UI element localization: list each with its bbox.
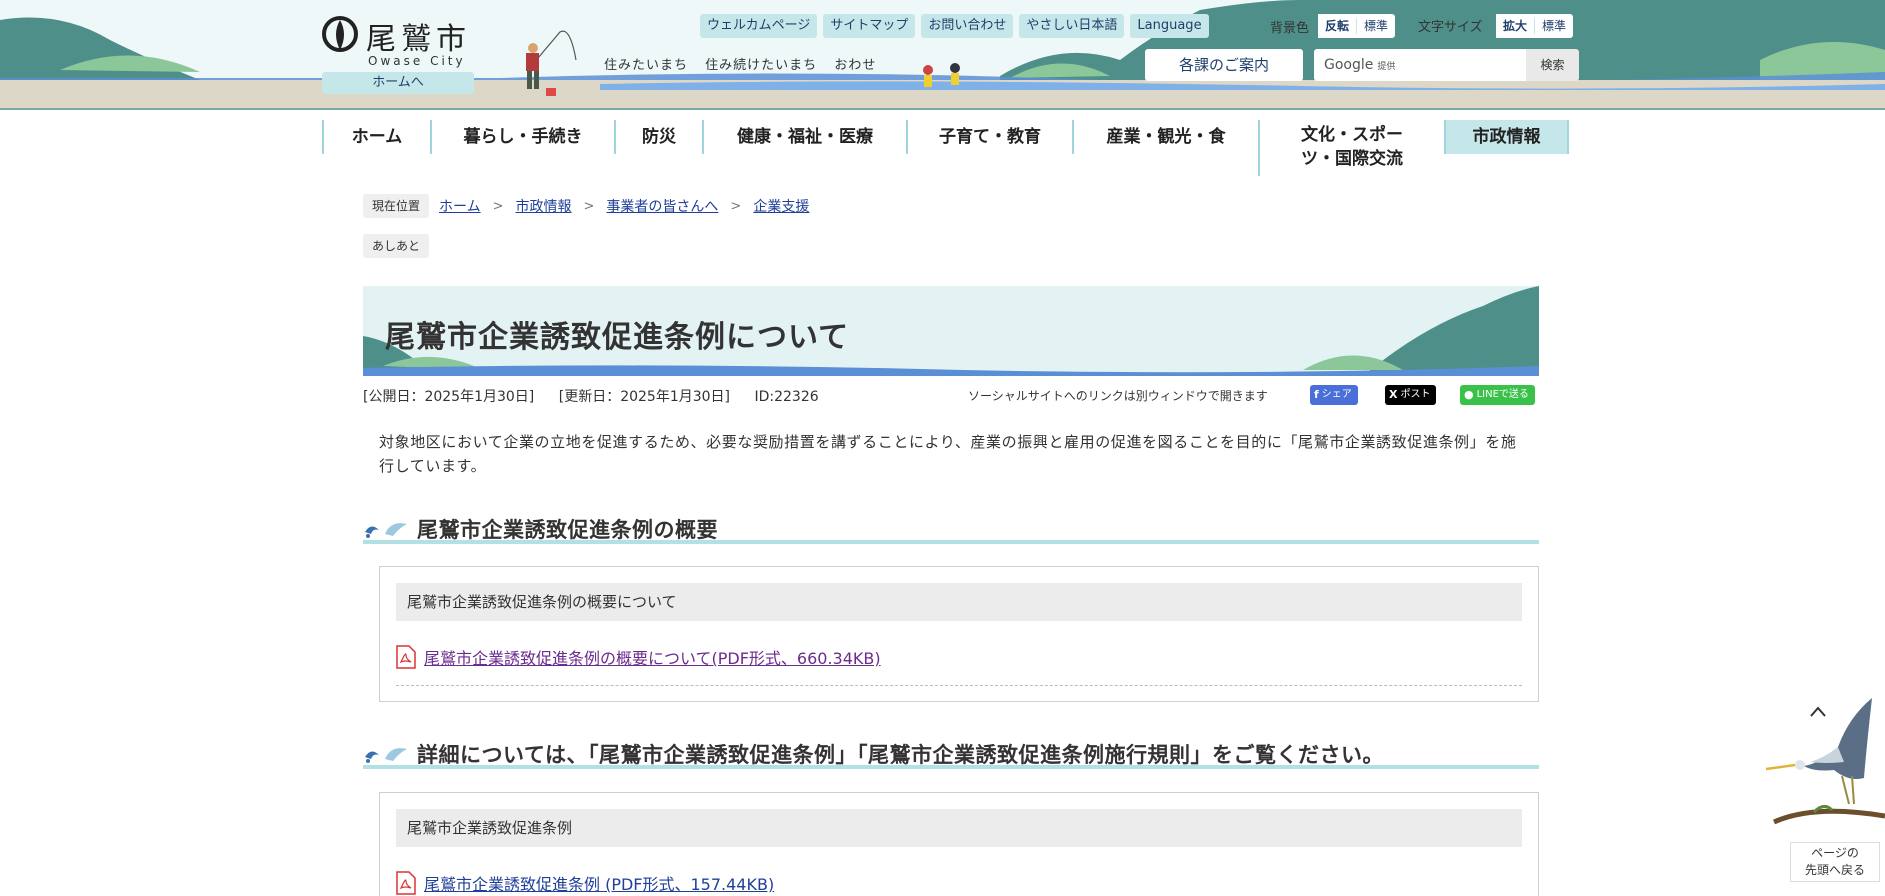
easy-japanese-link[interactable]: やさしい日本語 [1019,14,1125,38]
search-input[interactable]: Google 提供 [1314,49,1526,81]
utility-links: ウェルカムページ サイトマップ お問い合わせ やさしい日本語 Language [700,14,1209,38]
font-size-label: 文字サイズ [1418,20,1483,35]
line-share-button[interactable]: ● LINEで送る [1460,385,1535,405]
pdf-download-link[interactable]: 尾鷲市企業誘致促進条例の概要について(PDF形式、660.34KB) [424,645,881,669]
tagline-part: 住みたいまち [604,58,689,73]
language-link[interactable]: Language [1130,14,1209,38]
tagline-part: おわせ [834,58,877,73]
section-heading: 尾鷲市企業誘致促進条例の概要 [363,514,1539,544]
water-splash-icon [365,523,407,538]
logo-subtitle: Owase City [368,54,466,68]
site-header: 尾鷲市 Owase City ホームへ 住みたいまち 住み続けたいまち おわせ … [0,0,1885,110]
page-title-banner: 尾鷲市企業誘致促進条例について [363,286,1539,376]
nav-item-health[interactable]: 健康・福祉・医療 [702,120,906,154]
line-share-label: LINEで送る [1476,389,1529,400]
nav-item-industry[interactable]: 産業・観光・食 [1072,120,1258,154]
chevron-right-icon: > [492,198,504,214]
heron-icon [1765,698,1885,825]
published-date: [公開日：2025年1月30日] [363,389,535,405]
background-color-switch: 反転 標準 [1318,14,1396,38]
water-splash-icon [365,748,407,763]
bg-standard-button[interactable]: 標準 [1357,14,1395,38]
tagline: 住みたいまち 住み続けたいまち おわせ [604,54,888,73]
back-to-top-label: ページの 先頭へ戻る [1790,842,1880,882]
bg-invert-button[interactable]: 反転 [1318,14,1357,38]
breadcrumb-businesses[interactable]: 事業者の皆さんへ [606,196,718,216]
font-enlarge-button[interactable]: 拡大 [1496,14,1535,38]
divider [396,685,1522,686]
nav-item-home[interactable]: ホーム [322,120,430,154]
file-link-row: 尾鷲市企業誘致促進条例 (PDF形式、157.44KB) [396,871,774,895]
google-label: Google [1324,57,1374,73]
facebook-share-button[interactable]: f シェア [1310,385,1358,405]
global-nav: ホーム 暮らし・手続き 防災 健康・福祉・医療 子育て・教育 産業・観光・食 文… [322,120,1573,176]
city-emblem-icon [322,16,358,52]
breadcrumb-city-info[interactable]: 市政情報 [516,196,572,216]
nav-item-city-info[interactable]: 市政情報 [1444,120,1569,154]
division-guide-button[interactable]: 各課のご案内 [1145,49,1303,81]
pdf-download-link[interactable]: 尾鷲市企業誘致促進条例 (PDF形式、157.44KB) [424,871,774,895]
back-to-top-line: ページの [1811,846,1859,860]
footprints-button[interactable]: あしあと [363,234,430,258]
search-button[interactable]: 検索 [1526,49,1579,81]
social-note: ソーシャルサイトへのリンクは別ウィンドウで開きます [968,389,1268,403]
file-link-row: 尾鷲市企業誘致促進条例の概要について(PDF形式、660.34KB) [396,645,881,669]
file-box: 尾鷲市企業誘致促進条例の概要について 尾鷲市企業誘致促進条例の概要について(PD… [379,566,1539,702]
current-location-label: 現在位置 [363,194,430,218]
line-icon: ● [1464,388,1474,401]
file-box-title: 尾鷲市企業誘致促進条例の概要について [396,583,1522,621]
breadcrumb-business-support[interactable]: 企業支援 [753,196,809,216]
updated-date: [更新日：2025年1月30日] [558,389,731,405]
back-to-top-button[interactable]: ページの 先頭へ戻る [1754,692,1885,896]
background-color-label: 背景色 [1270,21,1310,36]
file-box-title: 尾鷲市企業誘致促進条例 [396,809,1522,847]
logo-text: 尾鷲市 [366,22,471,57]
google-provided-label: 提供 [1377,62,1396,72]
breadcrumb: 現在位置 ホーム > 市政情報 > 事業者の皆さんへ > 企業支援 [363,194,809,218]
nav-item-living[interactable]: 暮らし・手続き [430,120,614,154]
x-post-label: ポスト [1400,389,1431,400]
file-box: 尾鷲市企業誘致促進条例 尾鷲市企業誘致促進条例 (PDF形式、157.44KB) [379,792,1539,896]
font-standard-button[interactable]: 標準 [1535,14,1573,38]
home-link[interactable]: ホームへ [322,72,474,94]
welcome-page-link[interactable]: ウェルカムページ [700,14,818,38]
back-to-top-line: 先頭へ戻る [1804,863,1865,877]
tagline-part: 住み続けたいまち [705,58,818,73]
font-size-switch: 拡大 標準 [1496,14,1574,38]
chevron-right-icon: > [583,198,595,214]
facebook-share-label: シェア [1321,389,1352,400]
intro-paragraph: 対象地区において企業の立地を促進するため、必要な奨励措置を講ずることにより、産業… [379,433,1517,475]
x-icon: X [1389,388,1398,401]
pdf-icon [396,871,416,895]
x-post-button[interactable]: X ポスト [1385,385,1437,405]
section-heading-text: 詳細については、「尾鷲市企業誘致促進条例」「尾鷲市企業誘致促進条例施行規則」をご… [417,743,1384,767]
page-title: 尾鷲市企業誘致促進条例について [385,320,850,355]
chevron-right-icon: > [730,198,742,214]
contact-link[interactable]: お問い合わせ [921,14,1014,38]
nav-item-childcare[interactable]: 子育て・教育 [906,120,1072,154]
nav-item-culture[interactable]: 文化・スポーツ・国際交流 [1258,120,1444,176]
facebook-icon: f [1314,388,1319,401]
page-meta: [公開日：2025年1月30日] [更新日：2025年1月30日] ID:223… [363,386,839,406]
section-heading: 詳細については、「尾鷲市企業誘致促進条例」「尾鷲市企業誘致促進条例施行規則」をご… [363,739,1539,769]
nav-item-disaster[interactable]: 防災 [614,120,702,154]
pdf-icon [396,645,416,669]
section-heading-text: 尾鷲市企業誘致促進条例の概要 [417,518,718,542]
sitemap-link[interactable]: サイトマップ [823,14,916,38]
breadcrumb-home[interactable]: ホーム [439,196,481,216]
page-id: ID:22326 [754,389,819,405]
